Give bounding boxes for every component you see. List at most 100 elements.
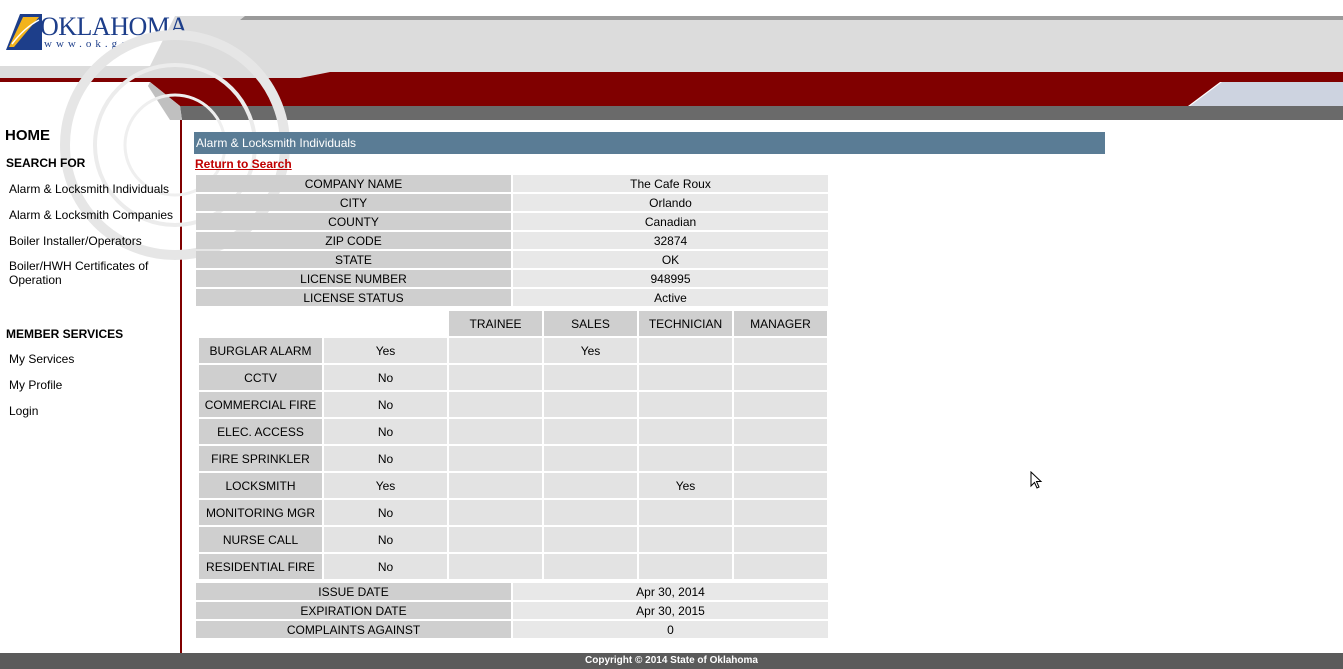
table-row: MONITORING MGR No bbox=[199, 500, 827, 525]
table-row: ELEC. ACCESS No bbox=[199, 419, 827, 444]
column-header-sales: SALES bbox=[544, 311, 637, 336]
table-row: LOCKSMITH Yes Yes bbox=[199, 473, 827, 498]
sidebar-item-boiler-installers[interactable]: Boiler Installer/Operators bbox=[9, 234, 177, 248]
oklahoma-logo-icon bbox=[6, 14, 42, 50]
sidebar-item-login[interactable]: Login bbox=[9, 404, 177, 418]
column-header-manager: MANAGER bbox=[734, 311, 827, 336]
category-held-cell: Yes bbox=[324, 338, 447, 363]
category-manager-cell bbox=[734, 392, 827, 417]
footer: Copyright © 2014 State of Oklahoma bbox=[0, 653, 1343, 669]
category-name: COMMERCIAL FIRE bbox=[199, 392, 322, 417]
member-services-heading: MEMBER SERVICES bbox=[6, 327, 124, 341]
category-trainee-cell bbox=[449, 500, 542, 525]
section-title-bar: Alarm & Locksmith Individuals bbox=[194, 132, 1105, 154]
date-label: COMPLAINTS AGAINST bbox=[196, 621, 511, 638]
table-row: EXPIRATION DATE Apr 30, 2015 bbox=[196, 602, 828, 619]
category-name: FIRE SPRINKLER bbox=[199, 446, 322, 471]
category-technician-cell bbox=[639, 392, 732, 417]
date-value: 0 bbox=[513, 621, 828, 638]
blank-header bbox=[199, 311, 322, 336]
category-held-cell: No bbox=[324, 365, 447, 390]
table-row: NURSE CALL No bbox=[199, 527, 827, 552]
category-trainee-cell bbox=[449, 527, 542, 552]
info-value: Orlando bbox=[513, 194, 828, 211]
sidebar-item-boiler-certificates[interactable]: Boiler/HWH Certificates of Operation bbox=[9, 259, 177, 287]
footer-copyright: Copyright © 2014 State of Oklahoma bbox=[585, 655, 758, 666]
date-value: Apr 30, 2014 bbox=[513, 583, 828, 600]
sidebar-item-alarm-individuals[interactable]: Alarm & Locksmith Individuals bbox=[9, 182, 177, 196]
category-manager-cell bbox=[734, 365, 827, 390]
category-technician-cell: Yes bbox=[639, 473, 732, 498]
table-row: CITY Orlando bbox=[196, 194, 828, 211]
category-sales-cell bbox=[544, 473, 637, 498]
category-sales-cell bbox=[544, 446, 637, 471]
info-label: LICENSE NUMBER bbox=[196, 270, 511, 287]
category-trainee-cell bbox=[449, 365, 542, 390]
category-manager-cell bbox=[734, 473, 827, 498]
table-row: COMPANY NAME The Cafe Roux bbox=[196, 175, 828, 192]
table-row: ZIP CODE 32874 bbox=[196, 232, 828, 249]
info-label: STATE bbox=[196, 251, 511, 268]
sidebar-item-my-profile[interactable]: My Profile bbox=[9, 378, 177, 392]
info-value: Active bbox=[513, 289, 828, 306]
category-manager-cell bbox=[734, 527, 827, 552]
category-manager-cell bbox=[734, 419, 827, 444]
category-sales-cell bbox=[544, 527, 637, 552]
blank-header bbox=[324, 311, 447, 336]
license-category-table: TRAINEE SALES TECHNICIAN MANAGER BURGLAR… bbox=[197, 309, 829, 581]
category-held-cell: No bbox=[324, 554, 447, 579]
category-sales-cell bbox=[544, 419, 637, 444]
category-technician-cell bbox=[639, 554, 732, 579]
category-trainee-cell bbox=[449, 554, 542, 579]
table-row: FIRE SPRINKLER No bbox=[199, 446, 827, 471]
category-trainee-cell bbox=[449, 446, 542, 471]
category-trainee-cell bbox=[449, 473, 542, 498]
nav-home[interactable]: HOME bbox=[5, 127, 50, 144]
table-row: LICENSE NUMBER 948995 bbox=[196, 270, 828, 287]
date-value: Apr 30, 2015 bbox=[513, 602, 828, 619]
sidebar-item-alarm-companies[interactable]: Alarm & Locksmith Companies bbox=[9, 208, 177, 222]
table-row: COMPLAINTS AGAINST 0 bbox=[196, 621, 828, 638]
category-held-cell: No bbox=[324, 527, 447, 552]
info-value: OK bbox=[513, 251, 828, 268]
category-technician-cell bbox=[639, 500, 732, 525]
table-row: RESIDENTIAL FIRE No bbox=[199, 554, 827, 579]
category-name: NURSE CALL bbox=[199, 527, 322, 552]
category-name: LOCKSMITH bbox=[199, 473, 322, 498]
table-row: ISSUE DATE Apr 30, 2014 bbox=[196, 583, 828, 600]
category-held-cell: No bbox=[324, 419, 447, 444]
table-header-row: TRAINEE SALES TECHNICIAN MANAGER bbox=[199, 311, 827, 336]
category-sales-cell: Yes bbox=[544, 338, 637, 363]
category-manager-cell bbox=[734, 446, 827, 471]
category-name: RESIDENTIAL FIRE bbox=[199, 554, 322, 579]
mouse-cursor-icon bbox=[1030, 471, 1043, 489]
info-label: COUNTY bbox=[196, 213, 511, 230]
category-trainee-cell bbox=[449, 338, 542, 363]
category-name: ELEC. ACCESS bbox=[199, 419, 322, 444]
category-technician-cell bbox=[639, 365, 732, 390]
return-to-search-link[interactable]: Return to Search bbox=[195, 157, 292, 171]
category-sales-cell bbox=[544, 365, 637, 390]
table-row: BURGLAR ALARM Yes Yes bbox=[199, 338, 827, 363]
info-value: Canadian bbox=[513, 213, 828, 230]
date-label: EXPIRATION DATE bbox=[196, 602, 511, 619]
category-held-cell: No bbox=[324, 446, 447, 471]
category-held-cell: No bbox=[324, 500, 447, 525]
info-label: CITY bbox=[196, 194, 511, 211]
category-name: MONITORING MGR bbox=[199, 500, 322, 525]
table-row: LICENSE STATUS Active bbox=[196, 289, 828, 306]
date-label: ISSUE DATE bbox=[196, 583, 511, 600]
column-header-trainee: TRAINEE bbox=[449, 311, 542, 336]
category-name: CCTV bbox=[199, 365, 322, 390]
category-manager-cell bbox=[734, 554, 827, 579]
category-technician-cell bbox=[639, 446, 732, 471]
table-row: CCTV No bbox=[199, 365, 827, 390]
category-technician-cell bbox=[639, 527, 732, 552]
sidebar-item-my-services[interactable]: My Services bbox=[9, 352, 177, 366]
category-sales-cell bbox=[544, 500, 637, 525]
info-label: ZIP CODE bbox=[196, 232, 511, 249]
info-value: The Cafe Roux bbox=[513, 175, 828, 192]
category-manager-cell bbox=[734, 500, 827, 525]
license-info-table: COMPANY NAME The Cafe Roux CITY Orlando CO… bbox=[194, 173, 830, 308]
category-held-cell: No bbox=[324, 392, 447, 417]
